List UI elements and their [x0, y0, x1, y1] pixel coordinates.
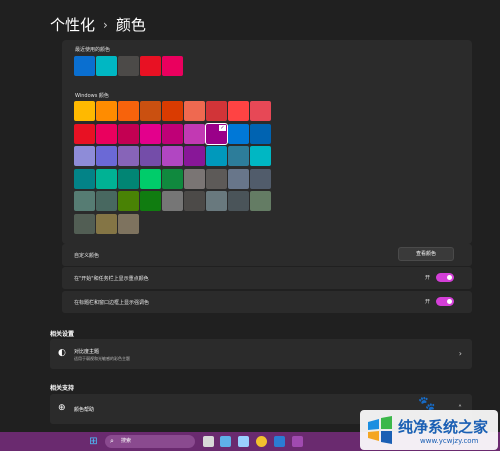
color-help-label: 颜色帮助 — [74, 407, 95, 413]
windows-color-swatch[interactable] — [162, 168, 183, 189]
windows-color-swatch[interactable] — [96, 146, 117, 166]
windows-color-swatch[interactable]: ✓ — [205, 122, 228, 145]
windows-color-swatch[interactable] — [184, 123, 205, 144]
windows-color-swatch[interactable] — [118, 146, 139, 166]
windows-color-swatch[interactable] — [228, 101, 249, 121]
chrome-icon[interactable] — [256, 436, 267, 447]
windows-color-swatch[interactable] — [96, 191, 117, 211]
recent-color-swatch[interactable] — [162, 56, 183, 76]
watermark-name: 纯净系统之家 — [398, 418, 489, 436]
windows-color-swatch[interactable] — [96, 123, 117, 144]
windows-color-swatch[interactable] — [228, 123, 249, 144]
windows-color-swatch[interactable] — [140, 146, 161, 166]
custom-color-label: 自定义颜色 — [74, 253, 100, 259]
contrast-icon: ◐ — [58, 348, 66, 358]
windows-color-swatch[interactable] — [250, 191, 271, 211]
windows-color-swatch[interactable] — [228, 168, 249, 189]
page-title: 颜色 — [115, 16, 146, 34]
accent-start-taskbar-row: 在"开始"和任务栏上显示重点颜色 开 — [62, 267, 472, 289]
windows-color-swatch[interactable] — [162, 123, 183, 144]
accent-title-bars-toggle[interactable] — [436, 297, 454, 306]
windows-colors-label: Windows 颜色 — [75, 93, 109, 99]
view-colors-button[interactable]: 查看颜色 — [398, 247, 454, 261]
search-icon: ⌕ — [110, 437, 114, 445]
taskbar-search[interactable]: ⌕ 搜索 — [105, 435, 195, 448]
windows-color-swatch[interactable] — [250, 101, 271, 121]
breadcrumb-parent[interactable]: 个性化 — [50, 14, 95, 35]
windows-color-swatch[interactable] — [118, 101, 139, 121]
windows-color-swatch[interactable] — [74, 146, 95, 166]
watermark-url: www.ycwjzy.com — [420, 437, 479, 445]
windows-color-swatch[interactable] — [184, 168, 205, 189]
globe-icon: ⊕ — [58, 403, 66, 413]
related-support-title: 相关支持 — [50, 385, 75, 392]
windows-color-swatch[interactable] — [206, 101, 227, 121]
contrast-subtitle: 适用于弱视和光敏感的彩色主题 — [74, 356, 130, 361]
recent-colors-label: 最近使用的颜色 — [75, 47, 111, 53]
accent-title-bars-row: 在标题栏和窗口边框上显示强调色 开 — [62, 291, 472, 313]
start-button[interactable]: ⊞ — [88, 436, 99, 447]
breadcrumb: 个性化 › 颜色 — [50, 14, 146, 35]
windows-color-swatch[interactable] — [74, 101, 95, 121]
windows-color-swatch[interactable] — [162, 101, 183, 121]
settings-icon[interactable] — [292, 436, 303, 447]
task-view-icon[interactable] — [203, 436, 214, 447]
word-icon[interactable] — [274, 436, 285, 447]
windows-color-swatch[interactable] — [184, 146, 205, 166]
widgets-icon[interactable] — [220, 436, 231, 447]
windows-color-swatch[interactable] — [228, 146, 249, 166]
windows-color-swatch[interactable] — [184, 101, 205, 121]
windows-color-swatch[interactable] — [118, 213, 139, 234]
contrast-themes-card[interactable]: ◐ 对比度主题 适用于弱视和光敏感的彩色主题 › — [50, 339, 472, 369]
windows-color-swatch[interactable] — [228, 191, 249, 211]
windows-color-swatch[interactable] — [74, 168, 95, 189]
accent-start-taskbar-state: 开 — [424, 275, 430, 281]
checkmark-icon: ✓ — [219, 124, 226, 131]
windows-color-swatch[interactable] — [140, 123, 161, 144]
windows-color-swatch[interactable] — [74, 213, 95, 234]
windows-color-swatch[interactable] — [118, 191, 139, 211]
recent-color-swatch[interactable] — [118, 56, 139, 76]
accent-title-bars-label: 在标题栏和窗口边框上显示强调色 — [74, 300, 150, 306]
windows-color-swatch[interactable] — [118, 168, 139, 189]
related-settings-title: 相关设置 — [50, 331, 75, 338]
windows-color-swatch[interactable] — [140, 191, 161, 211]
breadcrumb-separator: › — [103, 17, 108, 32]
chat-icon[interactable] — [238, 436, 249, 447]
accent-start-taskbar-toggle[interactable] — [436, 273, 454, 282]
contrast-title: 对比度主题 — [74, 349, 100, 355]
windows-color-swatch[interactable] — [206, 191, 227, 211]
chevron-right-icon: › — [458, 349, 462, 358]
windows-color-swatch[interactable] — [250, 146, 271, 166]
windows-color-swatch[interactable] — [140, 168, 161, 189]
windows-color-swatch[interactable] — [250, 168, 271, 189]
accent-start-taskbar-label: 在"开始"和任务栏上显示重点颜色 — [74, 276, 149, 282]
windows-color-swatch[interactable] — [162, 191, 183, 211]
watermark: 纯净系统之家 www.ycwjzy.com — [360, 410, 498, 450]
windows-color-swatch[interactable] — [96, 213, 117, 234]
windows-color-swatch[interactable] — [206, 146, 227, 166]
windows-color-swatch[interactable] — [74, 191, 95, 211]
windows-color-swatch[interactable] — [74, 123, 95, 144]
windows-color-swatch[interactable] — [162, 146, 183, 166]
windows-color-swatch[interactable] — [96, 101, 117, 121]
accent-title-bars-state: 开 — [424, 299, 430, 305]
recent-color-swatch[interactable] — [74, 56, 95, 76]
windows-color-swatch[interactable] — [96, 168, 117, 189]
watermark-logo-icon — [368, 416, 392, 444]
windows-color-swatch[interactable] — [140, 101, 161, 121]
windows-color-swatch[interactable] — [184, 191, 205, 211]
recent-color-swatch[interactable] — [96, 56, 117, 76]
taskbar-search-placeholder: 搜索 — [121, 438, 132, 444]
windows-color-swatch[interactable] — [118, 123, 139, 144]
windows-color-swatch[interactable] — [206, 168, 227, 189]
windows-color-swatch[interactable] — [250, 123, 271, 144]
recent-color-swatch[interactable] — [140, 56, 161, 76]
